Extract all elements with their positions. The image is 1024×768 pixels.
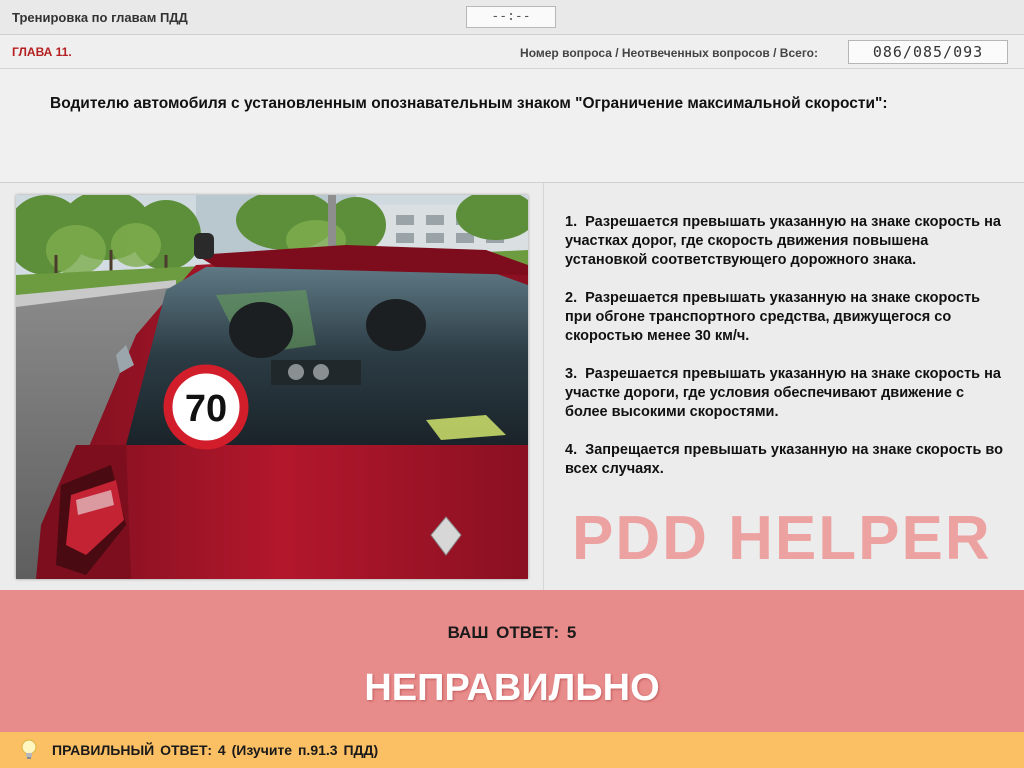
content-area: 70 1. Разрешается превышать указанную на… [0, 183, 1024, 590]
question-counter-label: Номер вопроса / Неотвеченных вопросов / … [520, 46, 818, 60]
watermark: PDD HELPER [572, 504, 992, 573]
answer-list: 1. Разрешается превышать указанную на зн… [565, 213, 1010, 498]
correct-answer-text: ПРАВИЛЬНЫЙ ОТВЕТ: 4 (Изучите п.91.3 ПДД) [52, 742, 379, 758]
answer-option-4[interactable]: 4. Запрещается превышать указанную на зн… [565, 441, 1010, 479]
timer-display: --:-- [466, 6, 556, 28]
question-image: 70 [16, 195, 528, 579]
question-counter: 086/085/093 [848, 40, 1008, 64]
question-panel: Водителю автомобиля с установленным опоз… [0, 69, 1024, 183]
question-text: Водителю автомобиля с установленным опоз… [50, 95, 888, 112]
answer-option-3[interactable]: 3. Разрешается превышать указанную на зн… [565, 365, 1010, 422]
verdict-label: НЕПРАВИЛЬНО [364, 667, 660, 709]
title-bar: Тренировка по главам ПДД --:-- [0, 0, 1024, 35]
answer-option-2[interactable]: 2. Разрешается превышать указанную на зн… [565, 289, 1010, 346]
chapter-label: ГЛАВА 11. [12, 45, 72, 59]
speed-sign-value: 70 [185, 388, 227, 430]
content-divider [543, 183, 544, 590]
app-title: Тренировка по главам ПДД [12, 10, 188, 25]
info-bar: ГЛАВА 11. Номер вопроса / Неотвеченных в… [0, 35, 1024, 69]
correct-answer-bar: ПРАВИЛЬНЫЙ ОТВЕТ: 4 (Изучите п.91.3 ПДД) [0, 732, 1024, 768]
answer-option-1[interactable]: 1. Разрешается превышать указанную на зн… [565, 213, 1010, 270]
lightbulb-icon [20, 739, 38, 766]
result-panel: ВАШ ОТВЕТ: 5 НЕПРАВИЛЬНО [0, 590, 1024, 732]
your-answer-label: ВАШ ОТВЕТ: 5 [447, 623, 577, 642]
